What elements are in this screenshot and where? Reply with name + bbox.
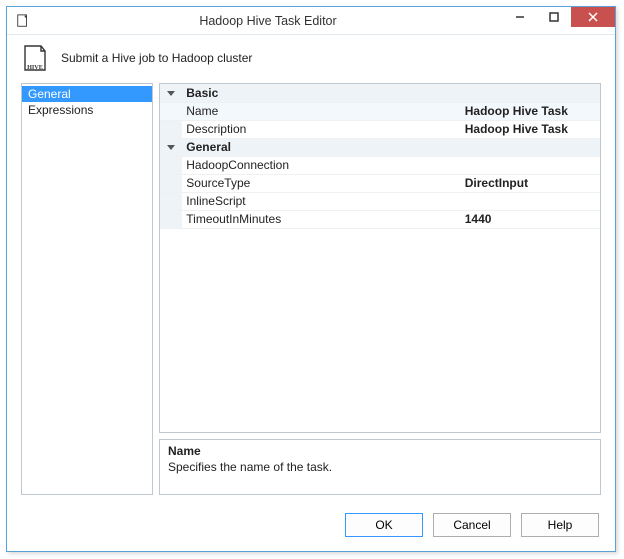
prop-value[interactable]: DirectInput xyxy=(461,174,600,192)
prop-name: HadoopConnection xyxy=(182,156,460,174)
prop-row-sourcetype[interactable]: SourceType DirectInput xyxy=(160,174,600,192)
task-editor-window: Hadoop Hive Task Editor HIVE xyxy=(6,6,616,552)
window-title: Hadoop Hive Task Editor xyxy=(33,14,503,28)
prop-name: InlineScript xyxy=(182,192,460,210)
prop-value[interactable] xyxy=(461,156,600,174)
description-text: Specifies the name of the task. xyxy=(168,460,592,474)
nav-item-expressions[interactable]: Expressions xyxy=(22,102,152,118)
prop-row-inlinescript[interactable]: InlineScript xyxy=(160,192,600,210)
prop-row-timeoutinminutes[interactable]: TimeoutInMinutes 1440 xyxy=(160,210,600,228)
section-basic[interactable]: Basic xyxy=(160,84,600,102)
svg-text:HIVE: HIVE xyxy=(27,64,43,71)
prop-value[interactable]: Hadoop Hive Task xyxy=(461,120,600,138)
app-icon xyxy=(13,11,33,31)
description-title: Name xyxy=(168,444,592,458)
header-subtitle: Submit a Hive job to Hadoop cluster xyxy=(61,51,252,65)
collapse-icon xyxy=(167,91,175,96)
help-button[interactable]: Help xyxy=(521,513,599,537)
prop-name: SourceType xyxy=(182,174,460,192)
prop-row-description[interactable]: Description Hadoop Hive Task xyxy=(160,120,600,138)
prop-value[interactable] xyxy=(461,192,600,210)
prop-name: Description xyxy=(182,120,460,138)
page-nav: General Expressions xyxy=(21,83,153,495)
hive-icon: HIVE xyxy=(21,43,49,73)
prop-value[interactable]: Hadoop Hive Task xyxy=(461,102,600,120)
prop-name: Name xyxy=(182,102,460,120)
titlebar[interactable]: Hadoop Hive Task Editor xyxy=(7,7,615,35)
cancel-button[interactable]: Cancel xyxy=(433,513,511,537)
maximize-button[interactable] xyxy=(537,7,571,27)
ok-button[interactable]: OK xyxy=(345,513,423,537)
header: HIVE Submit a Hive job to Hadoop cluster xyxy=(7,35,615,83)
section-label: General xyxy=(182,138,600,156)
property-description: Name Specifies the name of the task. xyxy=(159,439,601,495)
prop-row-name[interactable]: Name Hadoop Hive Task xyxy=(160,102,600,120)
collapse-icon xyxy=(167,145,175,150)
dialog-footer: OK Cancel Help xyxy=(7,503,615,551)
prop-name: TimeoutInMinutes xyxy=(182,210,460,228)
close-button[interactable] xyxy=(571,7,615,27)
minimize-button[interactable] xyxy=(503,7,537,27)
prop-value[interactable]: 1440 xyxy=(461,210,600,228)
prop-row-hadoopconnection[interactable]: HadoopConnection xyxy=(160,156,600,174)
nav-item-general[interactable]: General xyxy=(22,86,152,102)
section-general[interactable]: General xyxy=(160,138,600,156)
property-grid[interactable]: Basic Name Hadoop Hive Task Description … xyxy=(159,83,601,433)
section-label: Basic xyxy=(182,84,600,102)
